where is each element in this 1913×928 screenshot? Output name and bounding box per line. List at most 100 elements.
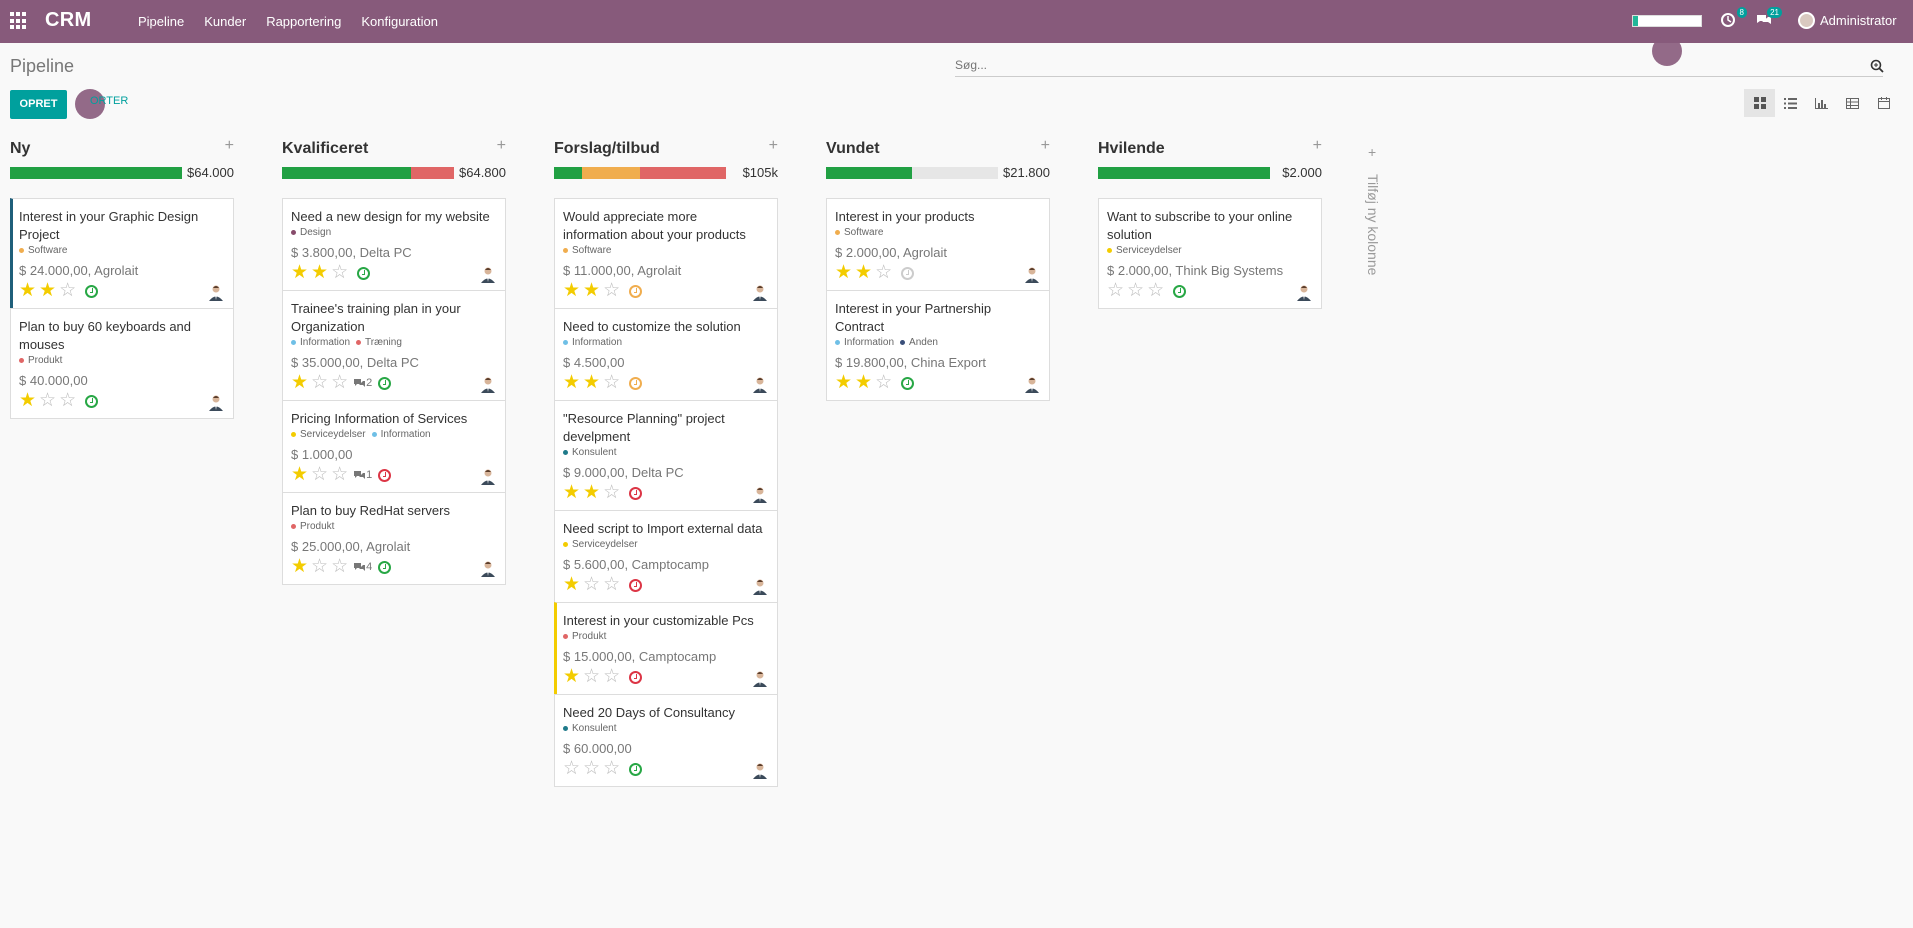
priority-star-icon[interactable]: ☆: [331, 263, 348, 282]
priority-star-icon[interactable]: ☆: [583, 759, 600, 778]
progress-segment[interactable]: [411, 167, 454, 179]
priority-star-icon[interactable]: ☆: [583, 667, 600, 686]
progress-segment[interactable]: [554, 167, 582, 179]
menu-rapportering[interactable]: Rapportering: [266, 0, 341, 43]
add-column[interactable]: + Tilføj ny kolonne: [1365, 123, 1383, 283]
progress-segment[interactable]: [639, 167, 726, 179]
priority-star-icon[interactable]: ★: [291, 465, 308, 484]
priority-star-icon[interactable]: ☆: [331, 465, 348, 484]
priority-star-icon[interactable]: ☆: [331, 373, 348, 392]
activity-status-icon[interactable]: [629, 376, 643, 390]
import-button[interactable]: ORTER: [90, 95, 128, 107]
progress-segment[interactable]: [912, 167, 998, 179]
priority-star-icon[interactable]: ☆: [875, 263, 892, 282]
user-menu[interactable]: Administrator: [1798, 12, 1897, 29]
search-input[interactable]: [955, 58, 1835, 72]
column-progress-bar[interactable]: [554, 167, 726, 179]
priority-star-icon[interactable]: ☆: [39, 391, 56, 410]
priority-star-icon[interactable]: ★: [311, 263, 328, 282]
progress-segment[interactable]: [282, 167, 411, 179]
message-count[interactable]: 4: [353, 561, 372, 573]
priority-star-icon[interactable]: ☆: [603, 759, 620, 778]
activity-status-icon[interactable]: [357, 266, 371, 280]
search-icon[interactable]: [1870, 59, 1884, 73]
calendar-view-button[interactable]: [1868, 89, 1899, 117]
messages-icon[interactable]: 21: [1755, 7, 1782, 30]
column-title[interactable]: Kvalificeret: [282, 140, 368, 158]
kanban-view-button[interactable]: [1744, 89, 1775, 117]
column-title[interactable]: Hvilende: [1098, 140, 1165, 158]
menu-konfiguration[interactable]: Konfiguration: [361, 0, 438, 43]
priority-star-icon[interactable]: ☆: [563, 759, 580, 778]
priority-star-icon[interactable]: ★: [835, 373, 852, 392]
priority-star-icon[interactable]: ☆: [603, 575, 620, 594]
column-title[interactable]: Vundet: [826, 140, 880, 158]
priority-star-icon[interactable]: ☆: [603, 483, 620, 502]
lead-card[interactable]: Want to subscribe to your online solutio…: [1098, 198, 1322, 309]
activity-status-icon[interactable]: [629, 762, 643, 776]
priority-star-icon[interactable]: ★: [291, 373, 308, 392]
priority-star-icon[interactable]: ★: [19, 391, 36, 410]
column-add-icon[interactable]: +: [769, 137, 778, 155]
column-add-icon[interactable]: +: [497, 137, 506, 155]
priority-star-icon[interactable]: ☆: [603, 373, 620, 392]
priority-star-icon[interactable]: ★: [563, 575, 580, 594]
lead-card[interactable]: Would appreciate more information about …: [554, 198, 778, 309]
priority-star-icon[interactable]: ★: [19, 281, 36, 300]
activity-status-icon[interactable]: [378, 560, 392, 574]
priority-star-icon[interactable]: ☆: [583, 575, 600, 594]
column-add-icon[interactable]: +: [1041, 137, 1050, 155]
lead-card[interactable]: Trainee's training plan in your Organiza…: [282, 290, 506, 401]
priority-star-icon[interactable]: ★: [563, 667, 580, 686]
lead-card[interactable]: Interest in your products Software $ 2.000…: [826, 198, 1050, 291]
progress-segment[interactable]: [581, 167, 640, 179]
lead-card[interactable]: Interest in your Graphic Design Project S…: [10, 198, 234, 309]
lead-card[interactable]: Interest in your customizable Pcs Produkt…: [554, 602, 778, 695]
column-progress-bar[interactable]: [1098, 167, 1270, 179]
column-progress-bar[interactable]: [826, 167, 998, 179]
priority-star-icon[interactable]: ☆: [311, 557, 328, 576]
progress-segment[interactable]: [1098, 167, 1270, 179]
activity-clock-icon[interactable]: 8: [1720, 7, 1747, 30]
graph-view-button[interactable]: [1806, 89, 1837, 117]
priority-star-icon[interactable]: ★: [583, 281, 600, 300]
priority-star-icon[interactable]: ☆: [311, 465, 328, 484]
progress-segment[interactable]: [10, 167, 182, 179]
lead-card[interactable]: Plan to buy RedHat servers Produkt $ 25.00…: [282, 492, 506, 585]
activity-status-icon[interactable]: [901, 266, 915, 280]
priority-star-icon[interactable]: ★: [563, 281, 580, 300]
lead-card[interactable]: Plan to buy 60 keyboards and mouses Produ…: [10, 308, 234, 419]
menu-kunder[interactable]: Kunder: [204, 0, 246, 43]
activity-status-icon[interactable]: [85, 394, 99, 408]
activity-status-icon[interactable]: [629, 578, 643, 592]
pivot-view-button[interactable]: [1837, 89, 1868, 117]
priority-star-icon[interactable]: ☆: [603, 667, 620, 686]
lead-card[interactable]: Pricing Information of Services Serviceyd…: [282, 400, 506, 493]
column-add-icon[interactable]: +: [1313, 137, 1322, 155]
priority-star-icon[interactable]: ☆: [59, 391, 76, 410]
priority-star-icon[interactable]: ★: [39, 281, 56, 300]
menu-pipeline[interactable]: Pipeline: [138, 0, 184, 43]
priority-star-icon[interactable]: ★: [291, 263, 308, 282]
priority-star-icon[interactable]: ★: [563, 483, 580, 502]
lead-card[interactable]: Need script to Import external data Servi…: [554, 510, 778, 603]
plus-icon[interactable]: +: [1368, 144, 1376, 160]
column-add-icon[interactable]: +: [225, 137, 234, 155]
priority-star-icon[interactable]: ☆: [59, 281, 76, 300]
activity-status-icon[interactable]: [378, 376, 392, 390]
priority-star-icon[interactable]: ★: [855, 263, 872, 282]
message-count[interactable]: 2: [353, 377, 372, 389]
lead-card[interactable]: Need 20 Days of Consultancy Konsulent $ 60…: [554, 694, 778, 787]
priority-star-icon[interactable]: ☆: [311, 373, 328, 392]
activity-status-icon[interactable]: [901, 376, 915, 390]
priority-star-icon[interactable]: ☆: [1127, 281, 1144, 300]
progress-segment[interactable]: [826, 167, 912, 179]
column-title[interactable]: Forslag/tilbud: [554, 140, 660, 158]
lead-card[interactable]: "Resource Planning" project develpment Ko…: [554, 400, 778, 511]
priority-star-icon[interactable]: ☆: [1147, 281, 1164, 300]
list-view-button[interactable]: [1775, 89, 1806, 117]
lead-card[interactable]: Interest in your Partnership Contract Inf…: [826, 290, 1050, 401]
activity-status-icon[interactable]: [378, 468, 392, 482]
activity-status-icon[interactable]: [629, 284, 643, 298]
message-count[interactable]: 1: [353, 469, 372, 481]
